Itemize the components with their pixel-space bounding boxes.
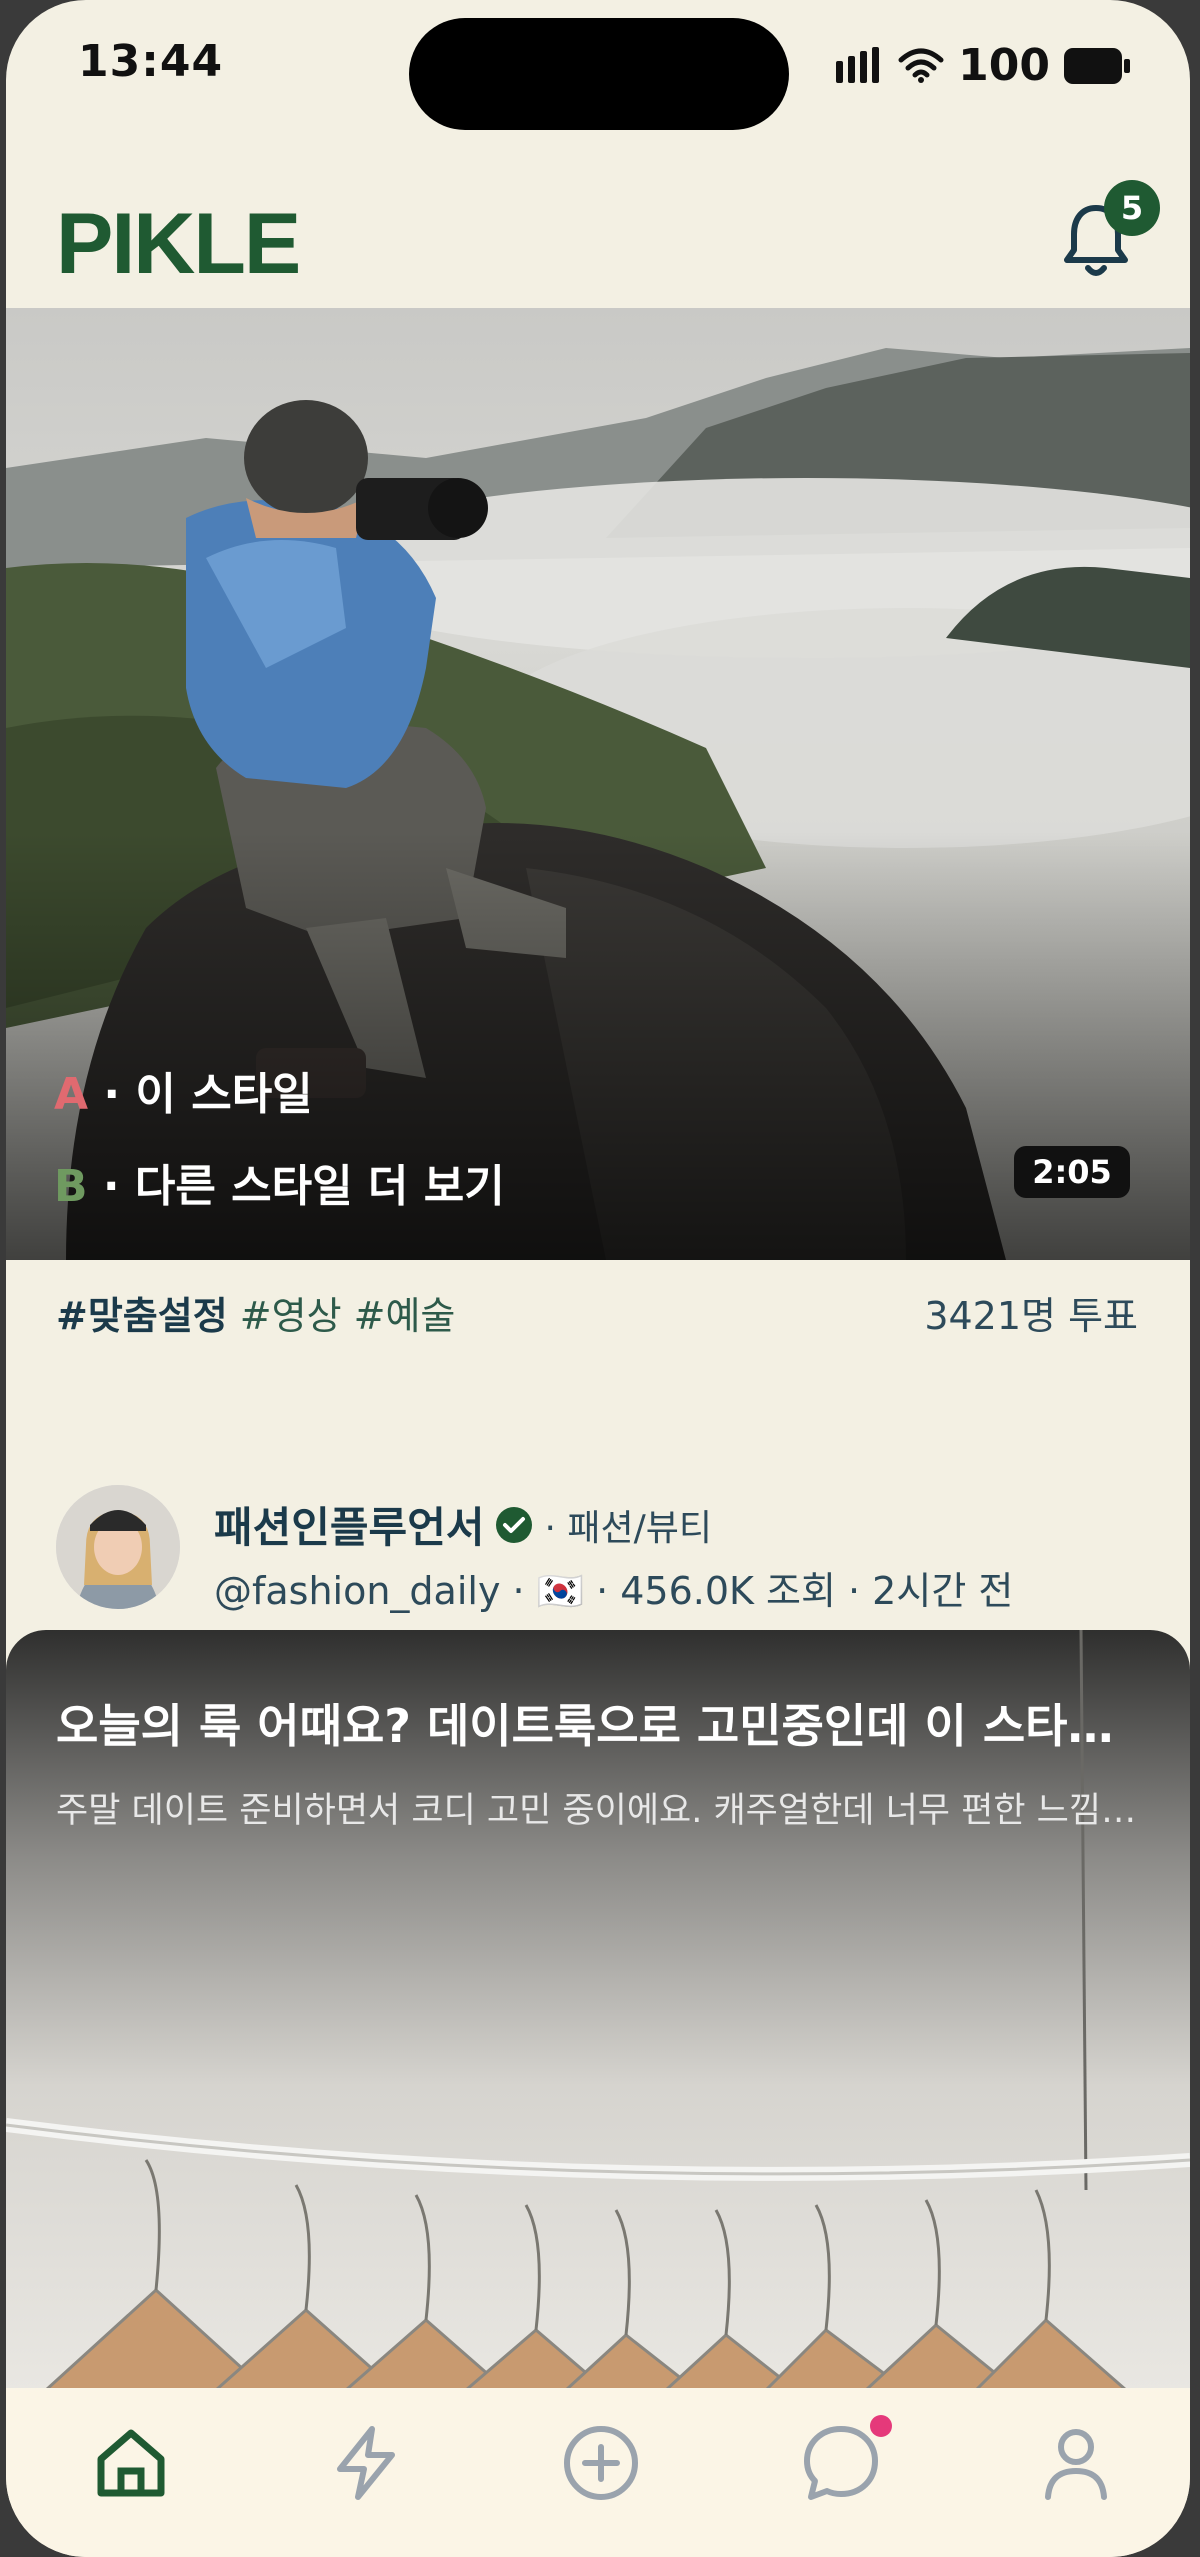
lightning-icon — [337, 2426, 395, 2500]
status-bar: 13:44 100 — [6, 0, 1190, 150]
home-icon — [97, 2429, 165, 2497]
dynamic-island — [409, 18, 789, 130]
chat-icon — [804, 2426, 878, 2500]
signal-icon — [836, 46, 880, 83]
tag-others[interactable]: #영상 #예술 — [228, 1294, 456, 1338]
app-logo: PIKLE — [56, 196, 301, 292]
tab-profile[interactable] — [1031, 2418, 1121, 2508]
vote-count: 3421명 투표 — [924, 1294, 1138, 1338]
tab-bar — [6, 2388, 1190, 2557]
battery-level: 100 — [958, 40, 1050, 91]
tag-primary[interactable]: #맞춤설정 — [56, 1294, 228, 1338]
status-time: 13:44 — [78, 36, 224, 87]
author-info: 패션인플루언서 · 패션/뷰티 — [214, 1494, 712, 1555]
author-meta: @fashion_daily · 🇰🇷 · 456.0K 조회 · 2시간 전 — [214, 1569, 1014, 1613]
tag-list: #맞춤설정 #영상 #예술 — [56, 1285, 455, 1340]
post-description: 주말 데이트 준비하면서 코디 고민 중이에요. 캐주얼한데 너무 편한 느낌인… — [56, 1791, 1146, 1831]
vote-option-b[interactable]: B · 다른 스타일 더 보기 — [54, 1150, 505, 1214]
avatar-image — [56, 1485, 180, 1609]
option-b-letter: B — [54, 1161, 88, 1212]
battery-icon — [1064, 47, 1130, 84]
option-b-label: · 다른 스타일 더 보기 — [87, 1161, 505, 1212]
tab-shorts[interactable] — [321, 2418, 411, 2508]
tab-home[interactable] — [86, 2418, 176, 2508]
post-title[interactable]: 오늘의 룩 어때요? 데이트룩으로 고민중인데 이 스타일 어떤가요? — [56, 1690, 1146, 1756]
video-duration: 2:05 — [1014, 1146, 1130, 1198]
author-category: · 패션/뷰티 — [544, 1507, 712, 1549]
notification-badge: 5 — [1104, 180, 1160, 236]
vote-option-a[interactable]: A · 이 스타일 — [54, 1058, 313, 1122]
avatar[interactable] — [56, 1485, 180, 1609]
option-a-letter: A — [54, 1069, 89, 1120]
phone-screen: 13:44 100 PIKLE 5 A · 이 스타일 B · 다른 스타일 더… — [6, 0, 1190, 2557]
plus-circle-icon — [564, 2426, 638, 2500]
wifi-icon — [898, 48, 944, 83]
status-icons: 100 — [834, 40, 1130, 91]
verified-icon — [496, 1506, 533, 1543]
option-a-label: · 이 스타일 — [88, 1069, 313, 1120]
author-name[interactable]: 패션인플루언서 — [214, 1494, 484, 1555]
chat-unread-dot — [870, 2415, 892, 2437]
tab-create[interactable] — [556, 2418, 646, 2508]
profile-icon — [1045, 2429, 1107, 2500]
